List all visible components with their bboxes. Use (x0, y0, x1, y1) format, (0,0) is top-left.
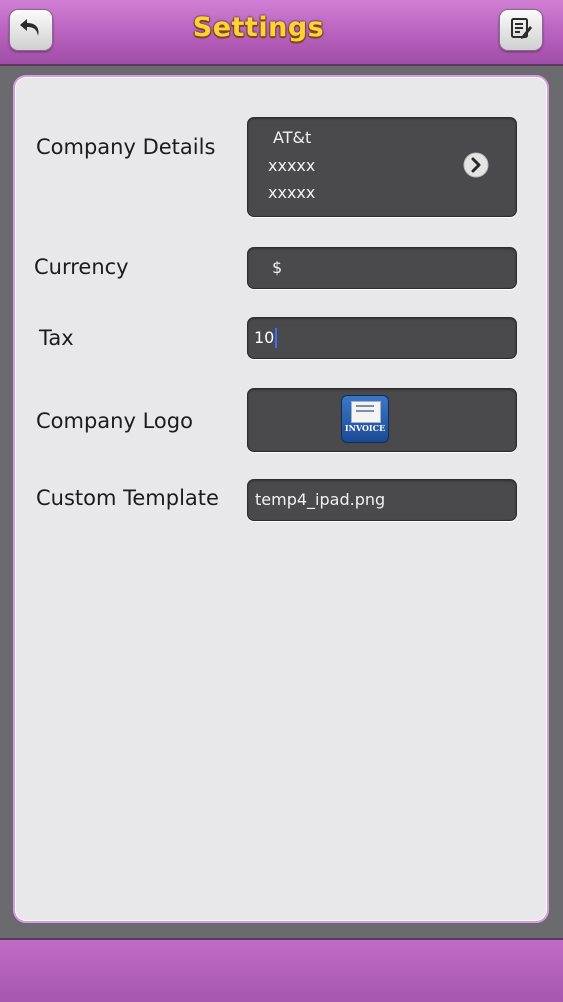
custom-template-field[interactable]: temp4_ipad.png (247, 479, 517, 521)
company-logo-label: Company Logo (36, 409, 193, 433)
company-details-label: Company Details (36, 135, 216, 159)
chevron-right-circle-icon[interactable] (463, 152, 489, 182)
invoice-app-logo-icon: INVOICE (341, 395, 389, 443)
custom-template-value: temp4_ipad.png (255, 490, 386, 509)
top-navigation-bar: Settings (0, 0, 563, 66)
currency-field[interactable]: $ (247, 247, 517, 289)
bottom-toolbar (0, 938, 563, 1002)
currency-value: $ (272, 258, 283, 277)
company-name-line: AT&t (273, 128, 312, 147)
logo-text: INVOICE (344, 423, 386, 433)
company-logo-field[interactable]: INVOICE (247, 388, 517, 452)
company-address-line: xxxxx (268, 156, 316, 175)
tax-field[interactable]: 10 (247, 317, 517, 359)
custom-template-label: Custom Template (36, 486, 219, 510)
edit-button[interactable] (499, 9, 543, 51)
tax-label: Tax (39, 326, 74, 350)
company-details-field[interactable]: AT&t xxxxx xxxxx (247, 117, 517, 217)
tax-value: 10 (254, 328, 275, 347)
company-phone-line: xxxxx (268, 183, 316, 202)
edit-notes-icon (508, 15, 534, 45)
page-title: Settings (192, 12, 325, 43)
currency-label: Currency (34, 255, 129, 279)
text-cursor (275, 327, 278, 348)
settings-panel: Company Details AT&t xxxxx xxxxx Currenc… (13, 75, 549, 923)
